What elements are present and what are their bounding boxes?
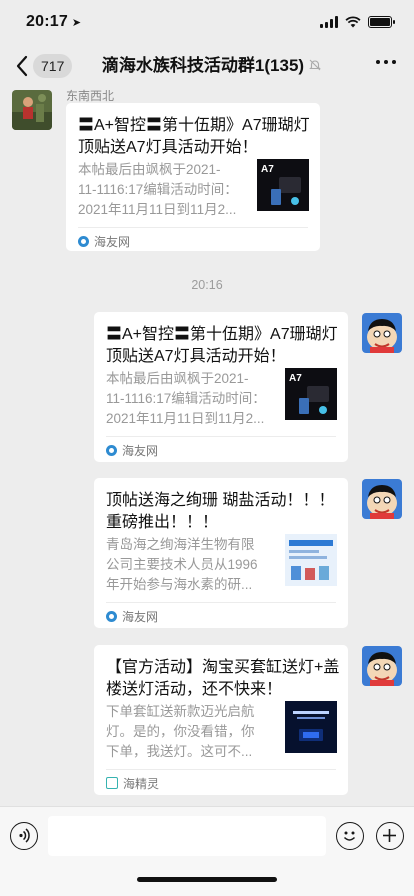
source-logo-icon [106,610,117,622]
message-input-bar [0,806,414,896]
source-name: 海友网 [122,443,159,458]
link-card-source: 海友网 [78,232,130,250]
link-card-source: 海友网 [106,441,158,459]
more-functions-button[interactable] [376,822,404,850]
link-card-description: 下单套缸送新款迈光启航灯。是的，你没看错，你下单，我送灯。这可不... [106,704,255,759]
plus-icon [383,829,396,842]
link-card-thumbnail [285,534,337,586]
link-card-description: 本帖最后由飒枫于2021-11-1116:17编辑活动时间：2021年11月11… [106,371,266,426]
my-avatar[interactable] [362,313,402,353]
home-indicator[interactable] [137,877,277,882]
chat-nav-bar: 717 滴海水族科技活动群1(135) [0,44,414,88]
card-divider [78,227,308,228]
source-name: 海友网 [122,609,159,624]
link-card-message[interactable]: 〓A+智控〓第十伍期》A7珊瑚灯顶贴送A7灯具活动开始！ 本帖最后由飒枫于202… [94,312,348,462]
link-card-title: 〓A+智控〓第十伍期》A7珊瑚灯顶贴送A7灯具活动开始！ [78,117,310,156]
cellular-signal-icon [320,16,338,28]
link-card-source: 海精灵 [106,774,159,792]
chat-title: 滴海水族科技活动群1(135) [0,44,414,88]
source-name: 海友网 [94,234,131,249]
status-icons [320,16,395,28]
card-divider [106,769,336,770]
thumb-label: A7 [289,373,302,384]
link-card-title: 【官方活动】淘宝买套缸送灯+盖楼送灯活动，还不快来！ [106,659,340,698]
mute-bell-icon [309,59,321,71]
sender-name: 东南西北 [66,89,115,103]
source-logo-icon [106,444,117,456]
my-avatar[interactable] [362,646,402,686]
message-timestamp: 20:16 [191,278,223,292]
source-logo-icon [78,235,89,247]
source-logo-icon [106,777,118,789]
link-card-thumbnail: A7 [285,368,337,420]
card-divider [106,602,336,603]
source-name: 海精灵 [123,776,160,791]
message-text-input[interactable] [48,816,326,856]
thumb-label: A7 [261,164,274,175]
link-card-message[interactable]: 顶帖送海之绚珊 瑚盐活动！！！ 重磅推出！！！ 青岛海之绚海洋生物有限公司主要技… [94,478,348,628]
status-bar: 20:17 ➤ [0,0,414,44]
card-divider [106,436,336,437]
link-card-source: 海友网 [106,607,158,625]
link-card-message[interactable]: 〓A+智控〓第十伍期》A7珊瑚灯顶贴送A7灯具活动开始！ 本帖最后由飒枫于202… [66,103,320,251]
link-card-title: 〓A+智控〓第十伍期》A7珊瑚灯顶贴送A7灯具活动开始！ [106,326,338,365]
emoji-button[interactable] [336,822,364,850]
link-card-description: 青岛海之绚海洋生物有限公司主要技术人员从1996年开始参与海水素的研... [106,537,258,592]
voice-input-button[interactable] [10,822,38,850]
emoji-icon [343,831,356,841]
link-card-message[interactable]: 【官方活动】淘宝买套缸送灯+盖楼送灯活动，还不快来！ 下单套缸送新款迈光启航灯。… [94,645,348,795]
sender-avatar[interactable] [12,90,52,130]
status-time: 20:17 [26,13,68,30]
wifi-icon [345,16,361,28]
battery-icon [368,16,395,28]
link-card-thumbnail: A7 [257,159,309,211]
link-card-title: 顶帖送海之绚珊 瑚盐活动！！！ 重磅推出！！！ [106,492,335,531]
my-avatar[interactable] [362,479,402,519]
voice-wave-icon [19,828,30,843]
more-options-button[interactable] [376,60,396,64]
link-card-description: 本帖最后由飒枫于2021-11-1116:17编辑活动时间：2021年11月11… [78,162,238,217]
location-arrow-icon: ➤ [71,16,82,29]
link-card-thumbnail [285,701,337,753]
chat-message-list[interactable]: 东南西北 〓A+智控〓第十伍期》A7珊瑚灯顶贴送A7灯具活动开始！ 本帖最后由飒… [0,88,414,806]
chat-title-text: 滴海水族科技活动群1(135) [101,56,305,75]
